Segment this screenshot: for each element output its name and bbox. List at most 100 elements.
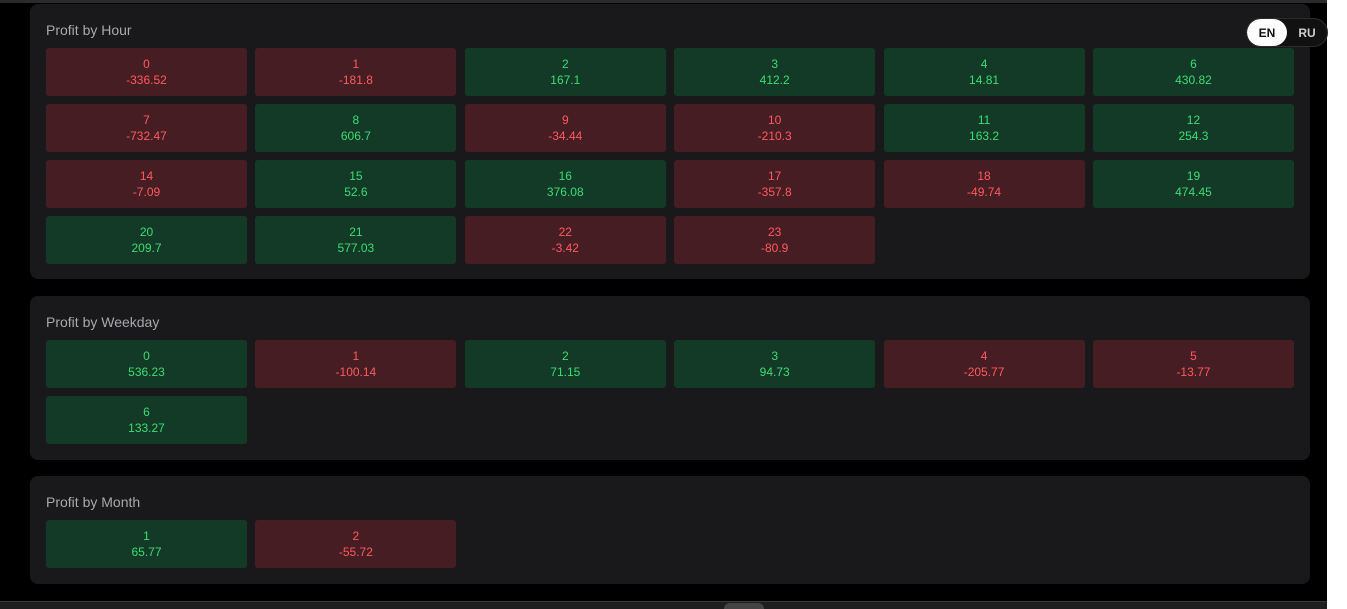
profit-cell-value: 65.77 (131, 545, 162, 559)
profit-cell-key: 17 (767, 169, 782, 183)
right-gutter (1327, 0, 1347, 609)
profit-cell[interactable]: 4 14.81 (883, 48, 1085, 96)
profit-cell[interactable]: 3 94.73 (674, 340, 876, 388)
profit-cell[interactable]: 14 -7.09 (46, 160, 247, 208)
profit-cell[interactable]: 0 536.23 (46, 340, 247, 388)
panel-title: Profit by Month (46, 494, 141, 510)
profit-cell[interactable]: 19 474.45 (1092, 160, 1294, 208)
profit-cell[interactable]: 12 254.3 (1092, 104, 1294, 152)
profit-cell-key: 19 (1186, 169, 1201, 183)
profit-cell[interactable]: 1 -100.14 (255, 340, 457, 388)
profit-by-month-grid: 1 65.77 2 -55.72 (46, 520, 1294, 568)
profit-cell-key: 18 (977, 169, 991, 183)
profit-cell[interactable]: 21 577.03 (255, 216, 457, 264)
profit-cell[interactable]: 23 -80.9 (674, 216, 876, 264)
scroll-handle[interactable] (724, 603, 764, 609)
profit-cell[interactable]: 2 167.1 (464, 48, 666, 96)
profit-cell-value: -357.8 (757, 185, 792, 199)
profit-cell-key: 2 (352, 529, 360, 543)
bottom-scrollbar-track (0, 601, 1327, 609)
profit-cell[interactable]: 7 -732.47 (46, 104, 247, 152)
profit-cell-key: 9 (561, 113, 569, 127)
profit-cell-key: 2 (561, 349, 569, 363)
profit-cell-value: 14.81 (969, 73, 1000, 87)
profit-cell-value: 167.1 (550, 73, 581, 87)
profit-cell[interactable]: 10 -210.3 (674, 104, 876, 152)
profit-cell-key: 0 (143, 57, 150, 71)
profit-cell-key: 1 (352, 57, 360, 71)
profit-cell-key: 20 (139, 225, 154, 239)
profit-cell-key: 0 (143, 349, 150, 363)
profit-cell-value: 536.23 (128, 365, 165, 379)
dashboard-viewport: Profit by Hour 0 -336.52 1 -181.8 2 167.1 3 412… (0, 0, 1327, 609)
profit-cell-value: -13.77 (1176, 365, 1211, 379)
profit-cell[interactable]: 5 -13.77 (1092, 340, 1294, 388)
profit-cell-key: 2 (561, 57, 569, 71)
language-option-en[interactable]: EN (1247, 19, 1287, 46)
profit-cell[interactable]: 18 -49.74 (883, 160, 1085, 208)
profit-cell[interactable]: 22 -3.42 (464, 216, 666, 264)
profit-cell[interactable]: 9 -34.44 (464, 104, 666, 152)
profit-by-weekday-grid: 0 536.23 1 -100.14 2 71.15 3 94.73 4 -205.77 5 -13.… (46, 340, 1294, 444)
profit-cell-value: -181.8 (338, 73, 373, 87)
profit-by-hour-panel: Profit by Hour 0 -336.52 1 -181.8 2 167.1 3 412… (30, 4, 1310, 279)
profit-cell-value: 606.7 (340, 129, 371, 143)
profit-cell-value: -205.77 (963, 365, 1005, 379)
profit-cell-value: 71.15 (550, 365, 581, 379)
profit-cell-value: -34.44 (548, 129, 583, 143)
panel-title: Profit by Hour (46, 22, 132, 38)
profit-cell-key: 12 (1186, 113, 1201, 127)
profit-cell-value: -210.3 (757, 129, 792, 143)
profit-cell-key: 4 (980, 57, 988, 71)
profit-cell-value: 94.73 (759, 365, 790, 379)
profit-cell-key: 3 (771, 349, 779, 363)
language-toggle: EN RU (1246, 18, 1328, 47)
profit-cell[interactable]: 16 376.08 (464, 160, 666, 208)
profit-cell[interactable]: 3 412.2 (674, 48, 876, 96)
profit-cell[interactable]: 2 71.15 (464, 340, 666, 388)
profit-cell-value: -100.14 (335, 365, 377, 379)
profit-cell-value: 412.2 (759, 73, 790, 87)
profit-cell-key: 6 (1190, 57, 1197, 71)
profit-cell[interactable]: 1 65.77 (46, 520, 247, 568)
profit-cell-key: 4 (980, 349, 988, 363)
profit-cell[interactable]: 6 430.82 (1092, 48, 1294, 96)
profit-by-weekday-panel: Profit by Weekday 0 536.23 1 -100.14 2 71.15 3… (30, 296, 1310, 460)
profit-cell-key: 11 (977, 113, 991, 127)
profit-cell-value: -49.74 (967, 185, 1002, 199)
profit-cell[interactable]: 0 -336.52 (46, 48, 247, 96)
profit-cell-value: -732.47 (126, 129, 167, 143)
panel-title: Profit by Weekday (46, 314, 160, 330)
profit-cell-value: -336.52 (126, 73, 167, 87)
profit-cell-key: 16 (558, 169, 572, 183)
profit-cell-key: 23 (767, 225, 782, 239)
profit-cell[interactable]: 17 -357.8 (674, 160, 876, 208)
profit-by-month-panel: Profit by Month 1 65.77 2 -55.72 (30, 476, 1310, 584)
profit-cell[interactable]: 11 163.2 (883, 104, 1085, 152)
profit-cell-value: 163.2 (969, 129, 1000, 143)
profit-cell-value: 376.08 (546, 185, 584, 199)
profit-cell[interactable]: 20 209.7 (46, 216, 247, 264)
profit-by-hour-grid: 0 -336.52 1 -181.8 2 167.1 3 412.2 4 14.81 6 430.82… (46, 48, 1294, 264)
profit-cell-value: 133.27 (128, 421, 165, 435)
profit-cell-value: -55.72 (338, 545, 373, 559)
profit-cell-key: 15 (349, 169, 363, 183)
profit-cell-key: 21 (349, 225, 363, 239)
profit-cell-key: 7 (143, 113, 150, 127)
profit-cell-key: 5 (1190, 349, 1197, 363)
profit-cell[interactable]: 15 52.6 (255, 160, 457, 208)
profit-cell-key: 22 (558, 225, 572, 239)
language-option-ru[interactable]: RU (1287, 19, 1327, 46)
profit-cell[interactable]: 1 -181.8 (255, 48, 457, 96)
profit-cell[interactable]: 8 606.7 (255, 104, 457, 152)
profit-cell[interactable]: 2 -55.72 (255, 520, 457, 568)
profit-cell-key: 14 (139, 169, 154, 183)
profit-cell[interactable]: 6 133.27 (46, 396, 247, 444)
top-divider (0, 0, 1327, 3)
profit-cell-value: 52.6 (344, 185, 368, 199)
profit-cell-key: 6 (143, 405, 150, 419)
profit-cell-value: 430.82 (1175, 73, 1212, 87)
profit-cell-value: 474.45 (1175, 185, 1212, 199)
profit-cell-value: 209.7 (131, 241, 162, 255)
profit-cell[interactable]: 4 -205.77 (883, 340, 1085, 388)
